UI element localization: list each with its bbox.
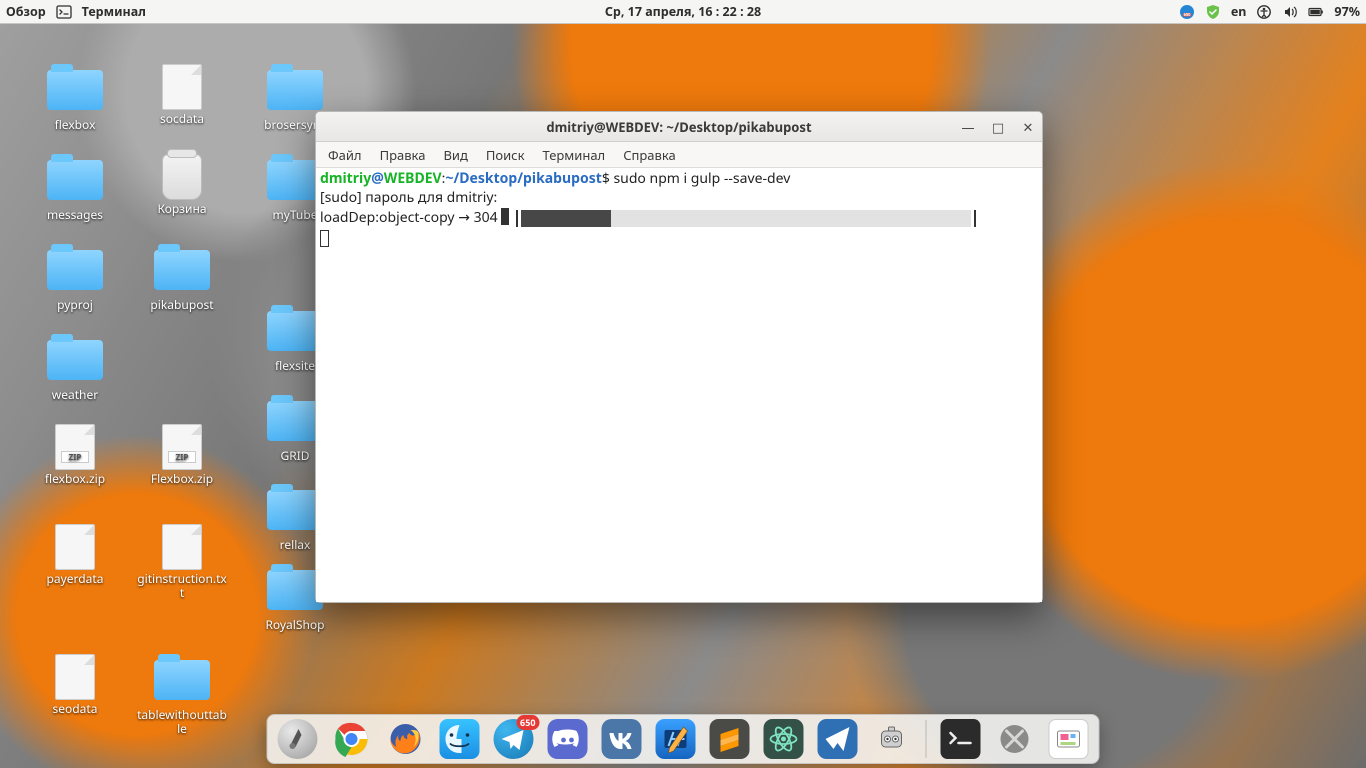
dock-vk[interactable] — [602, 719, 642, 759]
prompt-sigil: $ — [602, 169, 610, 188]
desktop-icon-label: pikabupost — [134, 298, 230, 312]
accessibility-icon[interactable] — [1256, 4, 1272, 20]
desktop-icon-seodata[interactable]: seodata — [27, 654, 123, 716]
desktop-icon-gitinstr[interactable]: gitinstruction.txt — [134, 524, 230, 600]
maximize-button[interactable]: □ — [990, 119, 1006, 135]
clock[interactable]: Ср, 17 апреля, 16 : 22 : 28 — [605, 3, 761, 20]
update-indicator-icon[interactable]: 650 — [1179, 4, 1195, 20]
top-panel: Обзор Терминал Ср, 17 апреля, 16 : 22 : … — [0, 0, 1366, 24]
shield-icon[interactable] — [1205, 4, 1221, 20]
terminal-menu-4[interactable]: Терминал — [543, 146, 606, 164]
desktop-icon-pikabupost[interactable]: pikabupost — [134, 244, 230, 312]
desktop-icon-label: flexbox — [27, 118, 123, 132]
desktop-icon-tablewithout[interactable]: tablewithouttable — [134, 654, 230, 736]
progress-label: loadDep:object-copy → 304 — [320, 208, 498, 227]
dock-discord[interactable] — [548, 719, 588, 759]
progress-edge-right — [974, 210, 976, 227]
svg-text:650: 650 — [1183, 13, 1191, 18]
battery-percent: 97% — [1334, 3, 1360, 20]
dock-terminal[interactable] — [941, 719, 981, 759]
dock-screenshot[interactable] — [1049, 719, 1089, 759]
desktop-icon-flexboxzip[interactable]: ZIPflexbox.zip — [27, 424, 123, 486]
telegram-badge: 650 — [516, 715, 539, 730]
text-cursor-icon — [320, 230, 329, 247]
desktop-icon-trash[interactable]: Корзина — [134, 154, 230, 216]
dock-telegram[interactable]: 650 — [494, 719, 534, 759]
active-app-name[interactable]: Терминал — [82, 3, 146, 20]
prompt-at: @ — [371, 169, 384, 188]
prompt-user: dmitriy — [320, 169, 371, 188]
desktop-icon-label: gitinstruction.txt — [134, 572, 230, 600]
prompt-line: dmitriy@WEBDEV:~/Desktop/pikabupost$ sud… — [320, 170, 1038, 189]
progress-fill — [521, 210, 611, 227]
desktop-icon-label: Корзина — [134, 202, 230, 216]
terminal-window: dmitriy@WEBDEV: ~/Desktop/pikabupost — □… — [315, 111, 1043, 603]
desktop-icon-messages[interactable]: messages — [27, 154, 123, 222]
minimize-button[interactable]: — — [960, 119, 976, 135]
desktop-icon-payerdata[interactable]: payerdata — [27, 524, 123, 586]
desktop-icon-flexbox[interactable]: flexbox — [27, 64, 123, 132]
battery-icon[interactable] — [1308, 4, 1324, 20]
dock-paperplane[interactable] — [818, 719, 858, 759]
desktop-icon-label: flexbox.zip — [27, 472, 123, 486]
cursor-icon — [501, 208, 509, 225]
progress-bar — [521, 210, 971, 227]
cursor-line — [320, 228, 1038, 247]
prompt-host: WEBDEV — [384, 169, 442, 188]
desktop-icon-label: messages — [27, 208, 123, 222]
desktop-icon-label: pyproj — [27, 298, 123, 312]
terminal-command: sudo npm i gulp --save-dev — [613, 169, 790, 188]
dock-launcher[interactable] — [278, 719, 318, 759]
dock-blocked[interactable] — [995, 719, 1035, 759]
dock: 650 — [267, 714, 1100, 764]
dock-atom[interactable] — [764, 719, 804, 759]
desktop-icon-label: socdata — [134, 112, 230, 126]
terminal-menu-1[interactable]: Правка — [380, 146, 426, 164]
terminal-menubar: Файл Правка Вид Поиск Терминал Справка — [316, 142, 1042, 168]
desktop-icon-weather[interactable]: weather — [27, 334, 123, 402]
dock-finder[interactable] — [440, 719, 480, 759]
desktop-icon-label: RoyalShop — [247, 618, 343, 632]
dock-robot[interactable] — [872, 719, 912, 759]
desktop-icon-label: weather — [27, 388, 123, 402]
progress-edge-left — [516, 210, 518, 227]
desktop-icon-pyproj[interactable]: pyproj — [27, 244, 123, 312]
progress-line: loadDep:object-copy → 304 — [320, 208, 1038, 228]
desktop-icon-label: payerdata — [27, 572, 123, 586]
dock-xcode[interactable] — [656, 719, 696, 759]
terminal-menu-0[interactable]: Файл — [328, 146, 362, 164]
volume-icon[interactable] — [1282, 4, 1298, 20]
terminal-body[interactable]: dmitriy@WEBDEV:~/Desktop/pikabupost$ sud… — [316, 168, 1042, 602]
input-language[interactable]: en — [1231, 3, 1247, 20]
sudo-prompt: [sudo] пароль для dmitriy: — [320, 189, 1038, 208]
desktop-icon-flexboxzip2[interactable]: ZIPFlexbox.zip — [134, 424, 230, 486]
desktop-icon-socdata[interactable]: socdata — [134, 64, 230, 126]
activities-button[interactable]: Обзор — [6, 3, 46, 20]
terminal-menu-2[interactable]: Вид — [443, 146, 467, 164]
desktop-icon-label: seodata — [27, 702, 123, 716]
desktop-icon-label: tablewithouttable — [134, 708, 230, 736]
desktop-icon-label: Flexbox.zip — [134, 472, 230, 486]
terminal-menu-5[interactable]: Справка — [623, 146, 676, 164]
prompt-path: ~/Desktop/pikabupost — [445, 169, 601, 188]
dock-firefox[interactable] — [386, 719, 426, 759]
terminal-titlebar[interactable]: dmitriy@WEBDEV: ~/Desktop/pikabupost — □… — [316, 112, 1042, 142]
terminal-menu-3[interactable]: Поиск — [486, 146, 525, 164]
close-button[interactable]: ✕ — [1020, 119, 1036, 135]
dock-sublime[interactable] — [710, 719, 750, 759]
terminal-title: dmitriy@WEBDEV: ~/Desktop/pikabupost — [546, 118, 811, 136]
dock-chrome[interactable] — [332, 719, 372, 759]
terminal-app-icon — [56, 4, 72, 20]
dock-separator — [926, 720, 927, 758]
